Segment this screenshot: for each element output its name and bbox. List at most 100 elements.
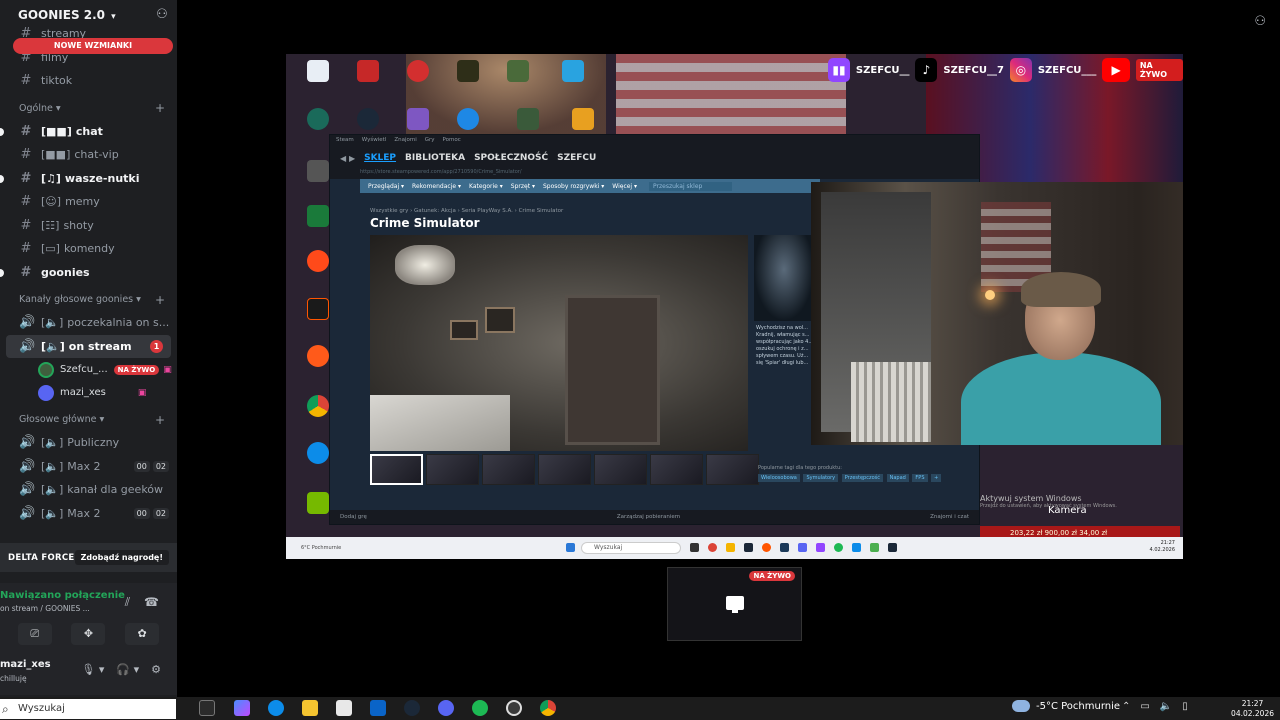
channel-label: Max 2 xyxy=(67,506,101,520)
channel-shoty[interactable]: # [☷] shoty xyxy=(0,214,177,238)
new-mentions-pill[interactable]: NOWE WZMIANKI xyxy=(13,38,173,54)
weather-widget[interactable]: -5°C Pochmurnie xyxy=(1012,700,1120,712)
desktop-icon xyxy=(296,108,340,132)
game-cover xyxy=(754,235,814,321)
taskbar-icon xyxy=(852,543,861,552)
voice-channel-poczekalnia[interactable]: 🔊 [🔈] poczekalnia on s... xyxy=(0,311,177,335)
live-badge: NA ŻYWO xyxy=(749,571,795,581)
claim-reward-button[interactable]: Zdobądź nagrodę! xyxy=(74,550,169,565)
voice-user-mazi[interactable]: mazi_xes ▣ xyxy=(0,381,177,404)
voice-channel-max2-b[interactable]: 🔊 [🔈] Max 2 00 02 xyxy=(0,502,177,526)
members-icon[interactable]: ⚇ xyxy=(1254,14,1266,29)
streamer-taskbar: 6°C Pochmurnie Wyszukaj 21:27 4.02.2026 xyxy=(286,537,1183,559)
plus-icon[interactable]: + xyxy=(155,101,165,115)
channel-komendy[interactable]: # [▭] komendy xyxy=(0,237,177,261)
hash-icon: # xyxy=(20,73,32,89)
microphone-icon[interactable]: 🎙 ▾ xyxy=(81,663,104,676)
chrome-icon[interactable] xyxy=(540,700,556,716)
picture-frame xyxy=(450,320,478,340)
volume-icon[interactable]: 🔈 xyxy=(1160,701,1172,712)
channel-emoji: [🔈] xyxy=(41,506,64,520)
promo-banner[interactable]: DELTA FORCE Zdobądź nagrodę! xyxy=(0,543,177,572)
taskbar-clock[interactable]: 21:27 04.02.2026 xyxy=(1231,699,1274,719)
steam-tab: SPOŁECZNOŚĆ xyxy=(474,153,549,163)
instagram-icon: ◎ xyxy=(1009,58,1032,82)
network-icon[interactable]: ▭ xyxy=(1140,701,1149,712)
youtube-icon: ▶ xyxy=(1102,58,1130,82)
thumbnail xyxy=(370,454,423,485)
taskbar-search[interactable]: Wyszukaj xyxy=(0,699,176,719)
taskbar-icon xyxy=(744,543,753,552)
thumbnail xyxy=(538,454,591,485)
voice-channel-geeks[interactable]: 🔊 [🔈] kanał dla geeków xyxy=(0,478,177,502)
voice-channel-publiczny[interactable]: 🔊 [🔈] Publiczny xyxy=(0,431,177,455)
copilot-icon[interactable] xyxy=(234,700,250,716)
current-user-name[interactable]: mazi_xes xyxy=(0,659,51,670)
plus-icon[interactable]: + xyxy=(155,413,165,427)
gear-icon[interactable]: ⚙ xyxy=(151,663,161,676)
desktop-icon xyxy=(506,108,550,132)
voice-channel-max2[interactable]: 🔊 [🔈] Max 2 00 02 xyxy=(0,455,177,479)
soundboard-button[interactable]: ✿ xyxy=(125,623,160,645)
stream-preview-thumbnail[interactable]: NA ŻYWO xyxy=(667,567,802,641)
channel-emoji: [🔈] xyxy=(41,459,64,473)
channel-chat[interactable]: # [■■] chat xyxy=(0,120,177,144)
inner-clock: 21:27 4.02.2026 xyxy=(1150,540,1175,554)
hash-icon: # xyxy=(20,170,32,186)
activities-button[interactable]: ✥ xyxy=(71,623,106,645)
social-handle: SZEFCU__ xyxy=(855,64,910,76)
add-member-icon[interactable]: ⚇ xyxy=(155,8,169,22)
taskbar-icon xyxy=(726,543,735,552)
desktop-icon xyxy=(561,108,605,132)
spotify-icon[interactable] xyxy=(472,700,488,716)
headphones-icon[interactable]: 🎧 ▾ xyxy=(116,663,139,676)
speaker-icon: 🔊 xyxy=(19,338,36,354)
category-general[interactable]: Ogólne ▾ + xyxy=(0,97,177,120)
channel-goonies[interactable]: # goonies xyxy=(0,261,177,285)
channel-tiktok[interactable]: # tiktok xyxy=(0,69,177,93)
voice-user-szefcu[interactable]: Szefcu_... NA ŻYWO ▣ xyxy=(0,358,177,381)
steam-tab: SZEFCU xyxy=(557,153,597,163)
hash-icon: # xyxy=(20,123,32,139)
back-forward-icon: ◀ ▶ xyxy=(340,153,356,163)
windows-start-icon xyxy=(566,543,575,552)
chevron-up-icon[interactable]: ⌃ xyxy=(1122,701,1130,712)
channel-memy[interactable]: # [☺] memy xyxy=(0,190,177,214)
store-breadcrumb: Wszystkie gry › Gatunek: Akcja › Seria P… xyxy=(370,208,564,214)
channel-label: goonies xyxy=(41,265,90,279)
desktop-icon xyxy=(496,60,540,84)
edge-icon[interactable] xyxy=(268,700,284,716)
discord-icon[interactable] xyxy=(438,700,454,716)
share-screen-button[interactable]: ⎚ xyxy=(17,623,52,645)
obs-icon[interactable] xyxy=(506,700,522,716)
channel-label: wasze-nutki xyxy=(64,171,140,185)
channel-emoji: [♫] xyxy=(41,171,61,185)
tags-label: Popularne tagi dla tego produktu: xyxy=(758,465,842,471)
outlook-icon[interactable] xyxy=(370,700,386,716)
noise-suppression-icon[interactable]: ⫽ xyxy=(125,595,130,610)
battery-icon[interactable]: ▯ xyxy=(1182,701,1188,712)
voice-channel-path[interactable]: on stream / GOONIES ... xyxy=(0,604,90,613)
stream-view[interactable]: ▮▮ SZEFCU__ ♪ SZEFCU__7 ◎ SZEFCU___ ▶ NA ŻYW… xyxy=(286,54,1183,559)
plus-icon[interactable]: + xyxy=(155,293,165,307)
user-limit: 00 02 xyxy=(133,507,169,519)
door xyxy=(565,295,660,445)
cloud-icon xyxy=(1012,700,1030,712)
user-count: 00 xyxy=(133,507,150,519)
inner-time: 21:27 xyxy=(1160,540,1175,546)
category-voice-main[interactable]: Głosowe główne ▾ + xyxy=(0,408,177,431)
channel-chat-vip[interactable]: # [■■] chat-vip xyxy=(0,143,177,167)
task-view-icon[interactable] xyxy=(199,700,215,716)
steam-bottom-bar: Dodaj grę Zarządzaj pobieraniem Znajomi … xyxy=(330,510,979,524)
store-icon[interactable] xyxy=(336,700,352,716)
tiktok-icon: ♪ xyxy=(915,58,938,82)
thumbnail xyxy=(482,454,535,485)
channel-wasze-nutki[interactable]: # [♫] wasze-nutki xyxy=(0,167,177,191)
voice-channel-on-stream[interactable]: 🔊 [🔈] on stream 1 xyxy=(6,334,171,358)
channel-emoji: [🔈] xyxy=(41,316,64,330)
disconnect-icon[interactable]: ☎ xyxy=(144,595,159,610)
category-voice-goonies[interactable]: Kanały głosowe goonies ▾ + xyxy=(0,288,177,311)
channel-emoji: [☺] xyxy=(41,195,62,209)
steam-icon[interactable] xyxy=(404,700,420,716)
file-explorer-icon[interactable] xyxy=(302,700,318,716)
